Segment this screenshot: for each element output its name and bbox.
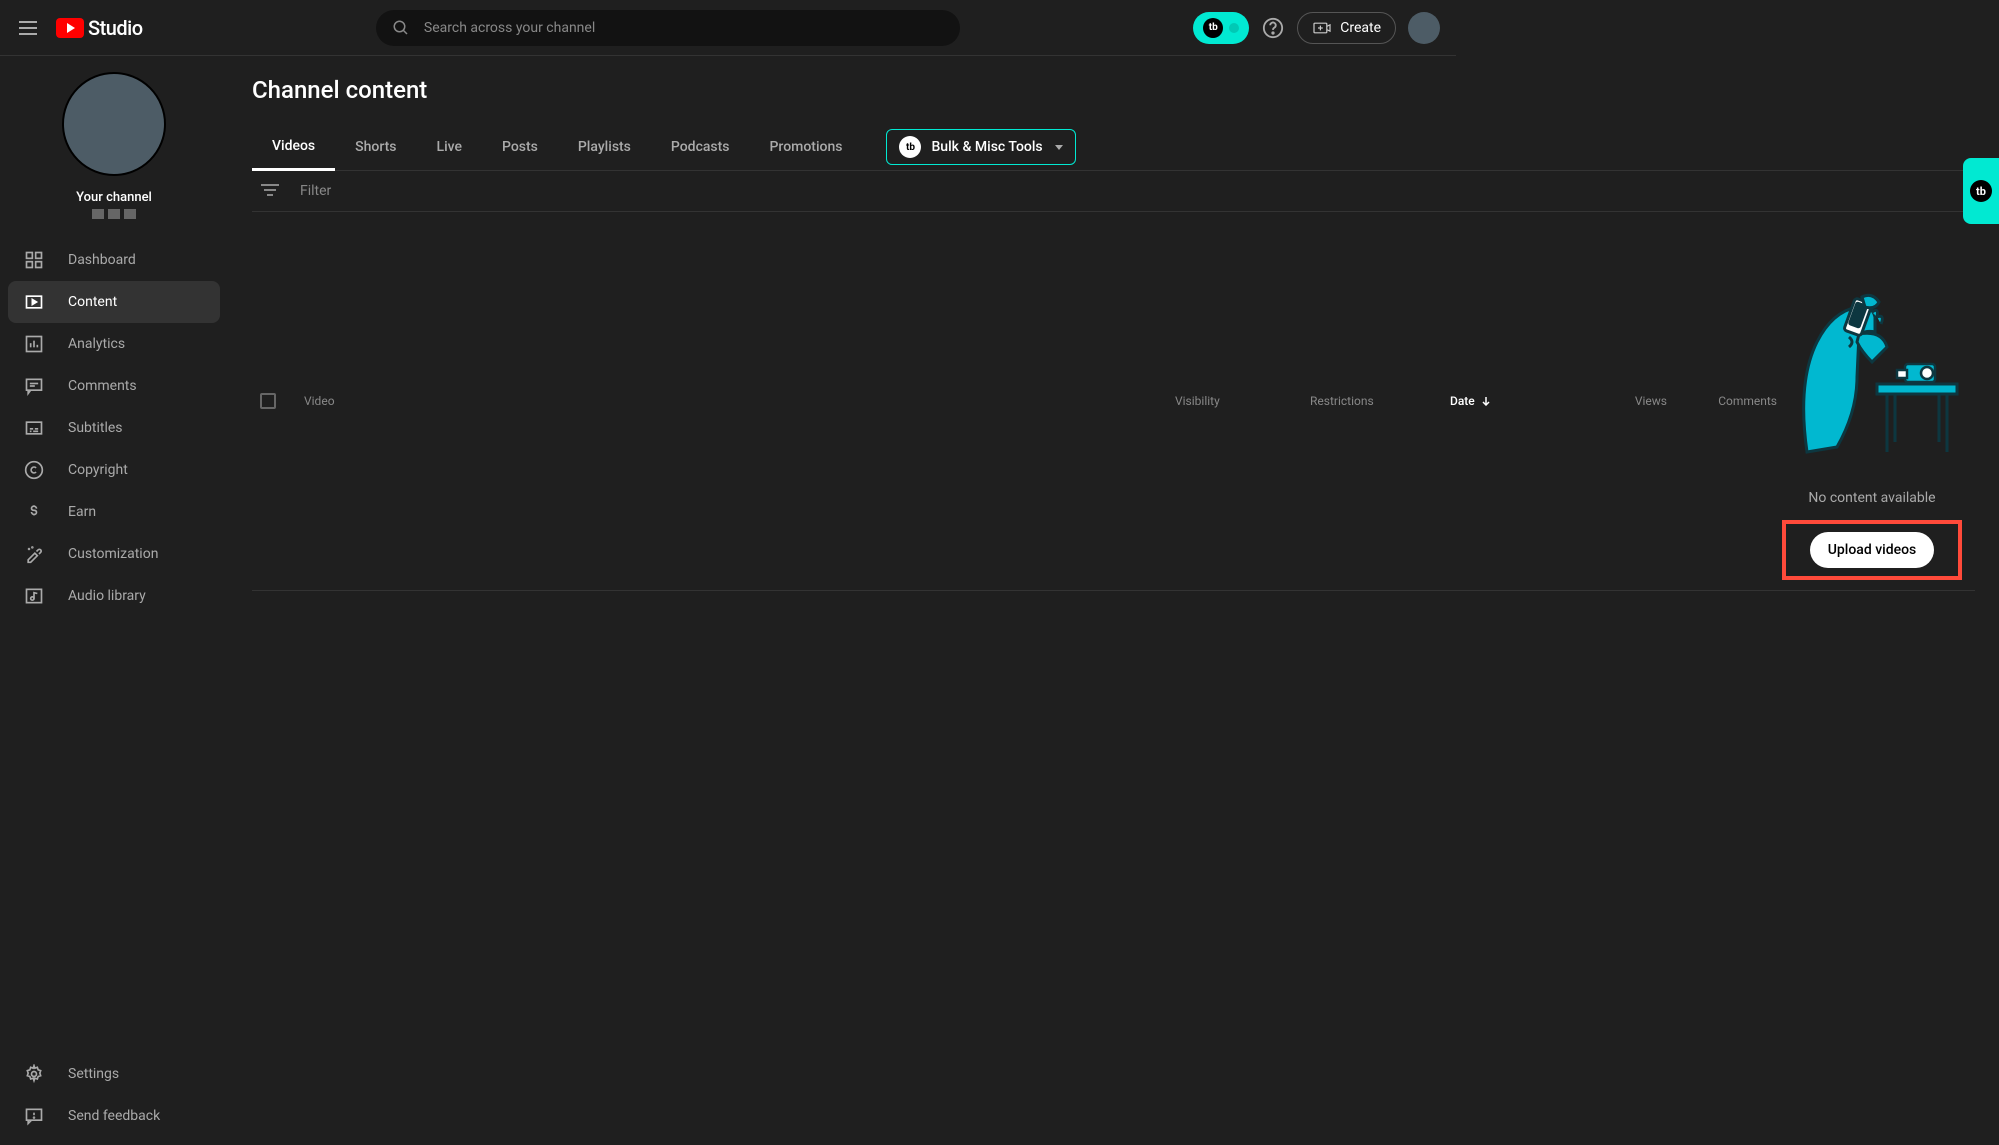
- tab-promotions[interactable]: Promotions: [750, 125, 863, 169]
- dashboard-icon: [24, 250, 44, 270]
- tab-podcasts[interactable]: Podcasts: [651, 125, 750, 169]
- filter-icon[interactable]: [260, 184, 280, 198]
- subtitles-icon: [24, 418, 44, 438]
- sidebar-item-label: Customization: [68, 546, 158, 562]
- analytics-icon: [24, 334, 44, 354]
- search-container: [143, 10, 1194, 46]
- sidebar-item-label: Dashboard: [68, 252, 136, 268]
- upload-videos-button[interactable]: Upload videos: [1810, 532, 1935, 568]
- tubebuddy-badge[interactable]: tb: [1193, 12, 1249, 44]
- column-video[interactable]: Video: [304, 394, 1175, 408]
- channel-name: [92, 209, 136, 219]
- logo[interactable]: Studio: [56, 16, 143, 40]
- tubebuddy-icon: tb: [899, 136, 921, 158]
- sidebar-bottom: Settings Send feedback: [0, 1053, 228, 1145]
- sidebar-item-label: Copyright: [68, 462, 128, 478]
- sidebar-item-dashboard[interactable]: Dashboard: [0, 239, 228, 281]
- upload-highlight: Upload videos: [1782, 520, 1963, 580]
- sidebar-item-feedback[interactable]: Send feedback: [0, 1095, 228, 1137]
- customization-icon: [24, 544, 44, 564]
- tab-videos[interactable]: Videos: [252, 124, 335, 171]
- channel-label: Your channel: [76, 190, 152, 205]
- search-box[interactable]: [376, 10, 960, 46]
- audio-library-icon: [24, 586, 44, 606]
- tab-live[interactable]: Live: [417, 125, 482, 169]
- column-visibility[interactable]: Visibility: [1175, 394, 1310, 408]
- tubebuddy-icon: tb: [1970, 180, 1992, 202]
- comments-icon: [24, 376, 44, 396]
- select-all-checkbox[interactable]: [260, 393, 276, 409]
- logo-text: Studio: [88, 16, 143, 40]
- sidebar-item-label: Settings: [68, 1066, 119, 1082]
- status-dot: [1229, 23, 1239, 33]
- create-icon: [1312, 20, 1332, 36]
- create-label: Create: [1340, 20, 1381, 36]
- sidebar-item-label: Earn: [68, 504, 96, 520]
- sidebar-item-label: Send feedback: [68, 1108, 160, 1124]
- column-date[interactable]: Date: [1450, 394, 1585, 408]
- help-icon: [1262, 17, 1284, 39]
- sidebar-item-label: Comments: [68, 378, 137, 394]
- search-icon: [392, 19, 410, 37]
- earn-icon: [24, 502, 44, 522]
- account-avatar[interactable]: [1408, 12, 1440, 44]
- sidebar-item-label: Analytics: [68, 336, 125, 352]
- tab-shorts[interactable]: Shorts: [335, 125, 416, 169]
- channel-avatar[interactable]: [62, 72, 166, 176]
- copyright-icon: [24, 460, 44, 480]
- header-actions: tb Create: [1193, 12, 1440, 44]
- main-content: Channel content Videos Shorts Live Posts…: [228, 56, 1999, 1145]
- nav: Dashboard Content Analytics Comments Sub…: [0, 239, 228, 1053]
- empty-illustration: [1777, 282, 1967, 462]
- empty-text: No content available: [1808, 490, 1935, 506]
- tab-posts[interactable]: Posts: [482, 125, 558, 169]
- menu-button[interactable]: [16, 16, 40, 40]
- sidebar-item-earn[interactable]: Earn: [0, 491, 228, 533]
- sidebar: Your channel Dashboard Content Analytics…: [0, 56, 228, 1145]
- content-tabs: Videos Shorts Live Posts Playlists Podca…: [252, 124, 1975, 171]
- sidebar-item-customization[interactable]: Customization: [0, 533, 228, 575]
- table-header: Video Visibility Restrictions Date Views…: [252, 212, 1975, 591]
- column-views[interactable]: Views: [1585, 394, 1667, 408]
- sidebar-item-comments[interactable]: Comments: [0, 365, 228, 407]
- feedback-icon: [24, 1106, 44, 1126]
- column-comments[interactable]: Comments: [1667, 394, 1777, 408]
- settings-icon: [24, 1064, 44, 1084]
- header: Studio tb Create: [0, 0, 1456, 56]
- sidebar-item-audio-library[interactable]: Audio library: [0, 575, 228, 617]
- sidebar-item-label: Subtitles: [68, 420, 123, 436]
- chevron-down-icon: [1055, 145, 1063, 150]
- youtube-icon: [56, 18, 84, 38]
- tubebuddy-side-tab[interactable]: tb: [1963, 158, 1999, 224]
- sidebar-item-content[interactable]: Content: [8, 281, 220, 323]
- content-icon: [24, 292, 44, 312]
- sidebar-item-analytics[interactable]: Analytics: [0, 323, 228, 365]
- page-title: Channel content: [252, 76, 1975, 104]
- search-input[interactable]: [424, 20, 944, 36]
- help-button[interactable]: [1261, 16, 1285, 40]
- sort-arrow-down-icon: [1481, 396, 1491, 406]
- tubebuddy-icon: tb: [1203, 18, 1223, 38]
- sidebar-item-label: Content: [68, 294, 117, 310]
- bulk-label: Bulk & Misc Tools: [931, 139, 1042, 155]
- sidebar-item-settings[interactable]: Settings: [0, 1053, 228, 1095]
- sidebar-item-label: Audio library: [68, 588, 146, 604]
- sidebar-item-subtitles[interactable]: Subtitles: [0, 407, 228, 449]
- channel-info: Your channel: [0, 56, 228, 239]
- empty-state: No content available Upload videos: [1777, 222, 1967, 580]
- column-restrictions[interactable]: Restrictions: [1310, 394, 1450, 408]
- filter-row: [252, 171, 1975, 212]
- sidebar-item-copyright[interactable]: Copyright: [0, 449, 228, 491]
- bulk-tools-button[interactable]: tb Bulk & Misc Tools: [886, 129, 1075, 165]
- create-button[interactable]: Create: [1297, 12, 1396, 44]
- tab-playlists[interactable]: Playlists: [558, 125, 651, 169]
- filter-input[interactable]: [300, 183, 1967, 199]
